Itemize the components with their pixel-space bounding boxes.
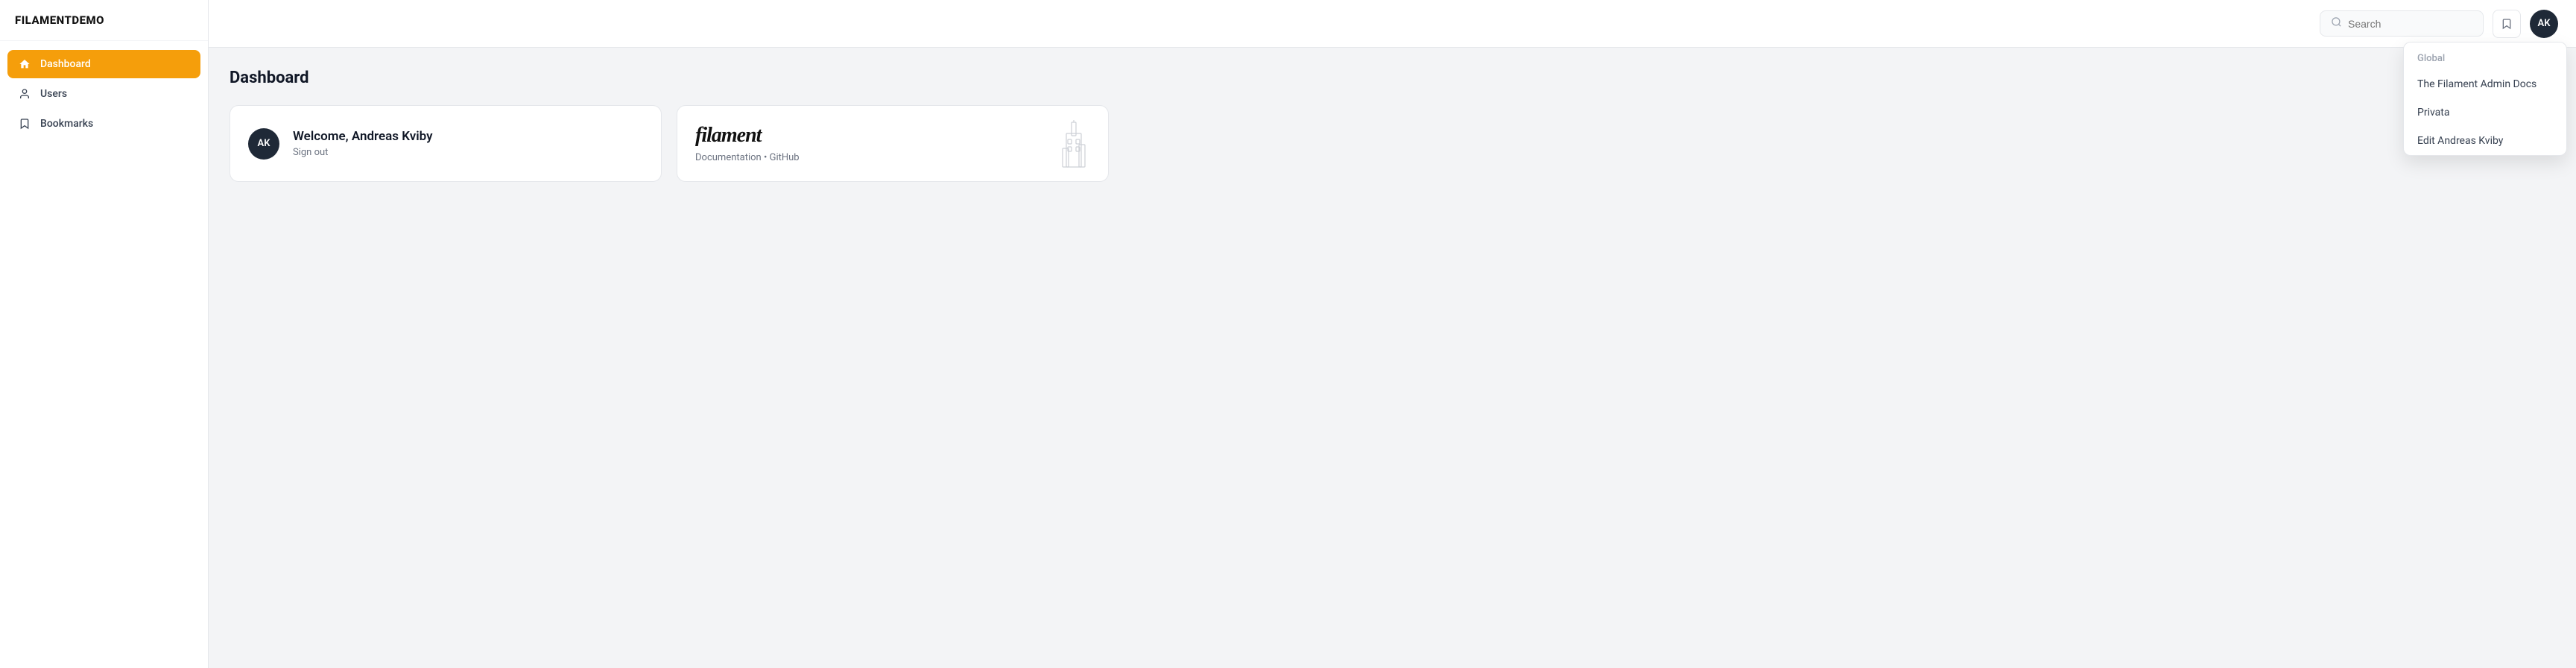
bookmark-button[interactable] <box>2493 10 2521 38</box>
github-link[interactable]: GitHub <box>770 152 800 163</box>
sign-out-link[interactable]: Sign out <box>293 147 433 158</box>
welcome-text: Welcome, Andreas Kviby Sign out <box>293 129 433 158</box>
dashboard-cards: AK Welcome, Andreas Kviby Sign out filam… <box>230 105 2555 182</box>
filament-card-content: filament Documentation • GitHub <box>695 124 800 163</box>
bookmark-icon <box>18 117 31 130</box>
home-icon <box>18 57 31 71</box>
sidebar: FILAMENTDEMO Dashboard Users <box>0 0 209 668</box>
dropdown-item-filament-docs[interactable]: The Filament Admin Docs <box>2404 70 2566 98</box>
sidebar-item-dashboard[interactable]: Dashboard <box>7 50 200 78</box>
filament-illustration <box>1051 119 1096 174</box>
documentation-link[interactable]: Documentation <box>695 152 762 163</box>
search-icon <box>2331 16 2342 31</box>
sidebar-item-dashboard-label: Dashboard <box>40 58 91 70</box>
sidebar-item-bookmarks-label: Bookmarks <box>40 118 93 130</box>
sidebar-item-users-label: Users <box>40 88 67 100</box>
main-content: AK Global The Filament Admin Docs Privat… <box>209 0 2576 668</box>
header: AK Global The Filament Admin Docs Privat… <box>209 0 2576 48</box>
sidebar-item-users[interactable]: Users <box>7 80 200 108</box>
sidebar-item-bookmarks[interactable]: Bookmarks <box>7 110 200 138</box>
page-content: Dashboard AK Welcome, Andreas Kviby Sign… <box>209 48 2576 668</box>
users-icon <box>18 87 31 101</box>
filament-card: filament Documentation • GitHub <box>677 105 1109 182</box>
dropdown-section-global: Global <box>2404 42 2566 70</box>
user-avatar-button[interactable]: AK <box>2530 10 2558 38</box>
page-title: Dashboard <box>230 69 2555 87</box>
separator: • <box>764 152 770 163</box>
dropdown-item-edit-user[interactable]: Edit Andreas Kviby <box>2404 127 2566 155</box>
search-input[interactable] <box>2348 18 2467 30</box>
dropdown-item-privata[interactable]: Privata <box>2404 98 2566 127</box>
filament-links: Documentation • GitHub <box>695 152 800 163</box>
filament-logo: filament <box>695 124 761 148</box>
search-dropdown: Global The Filament Admin Docs Privata E… <box>2403 42 2567 156</box>
search-bar[interactable] <box>2320 10 2484 37</box>
app-logo: FILAMENTDEMO <box>0 0 208 41</box>
welcome-card: AK Welcome, Andreas Kviby Sign out <box>230 105 662 182</box>
welcome-avatar: AK <box>248 128 279 160</box>
sidebar-nav: Dashboard Users Bookmarks <box>0 41 208 147</box>
welcome-heading: Welcome, Andreas Kviby <box>293 129 433 144</box>
